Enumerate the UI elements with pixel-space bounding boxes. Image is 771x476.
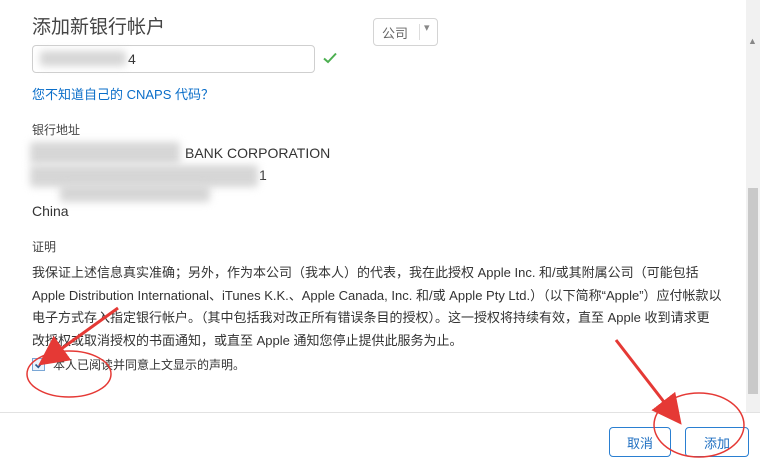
account-type-value: 公司 [382,26,409,41]
bank-address-country: China [32,203,69,219]
certification-text: 我保证上述信息真实准确；另外，作为本公司（我本人）的代表，我在此授权 Apple… [32,265,722,348]
redacted-bank-name [30,142,180,164]
add-button[interactable]: 添加 [685,427,749,457]
redacted-bank-city [60,184,210,202]
scrollbar-thumb[interactable] [748,188,758,394]
chevron-down-icon: ▾ [424,22,430,34]
cancel-button[interactable]: 取消 [609,427,671,457]
bank-address-label: 银行地址 [32,123,81,137]
account-number-value: 4 [128,51,136,67]
check-icon [323,52,337,64]
scroll-up-arrow-icon[interactable]: ▲ [748,36,757,46]
account-type-select[interactable]: 公司 ▾ [373,18,438,46]
agree-label: 本人已阅读并同意上文显示的声明。 [53,358,246,372]
bank-address-line1: BANK CORPORATION [185,145,331,161]
select-separator [419,24,420,40]
footer-divider [0,412,760,413]
annotation-arrow-add [614,339,682,425]
bank-address-line2: 1 [259,167,267,183]
dialog-title: 添加新银行帐户 [32,17,166,38]
certification-label: 证明 [32,240,57,254]
agree-checkbox[interactable] [32,358,45,371]
cnaps-help-link[interactable]: 您不知道自己的 CNAPS 代码？ [32,84,214,103]
redacted-account-number [40,51,126,66]
checkmark-icon [34,360,45,369]
